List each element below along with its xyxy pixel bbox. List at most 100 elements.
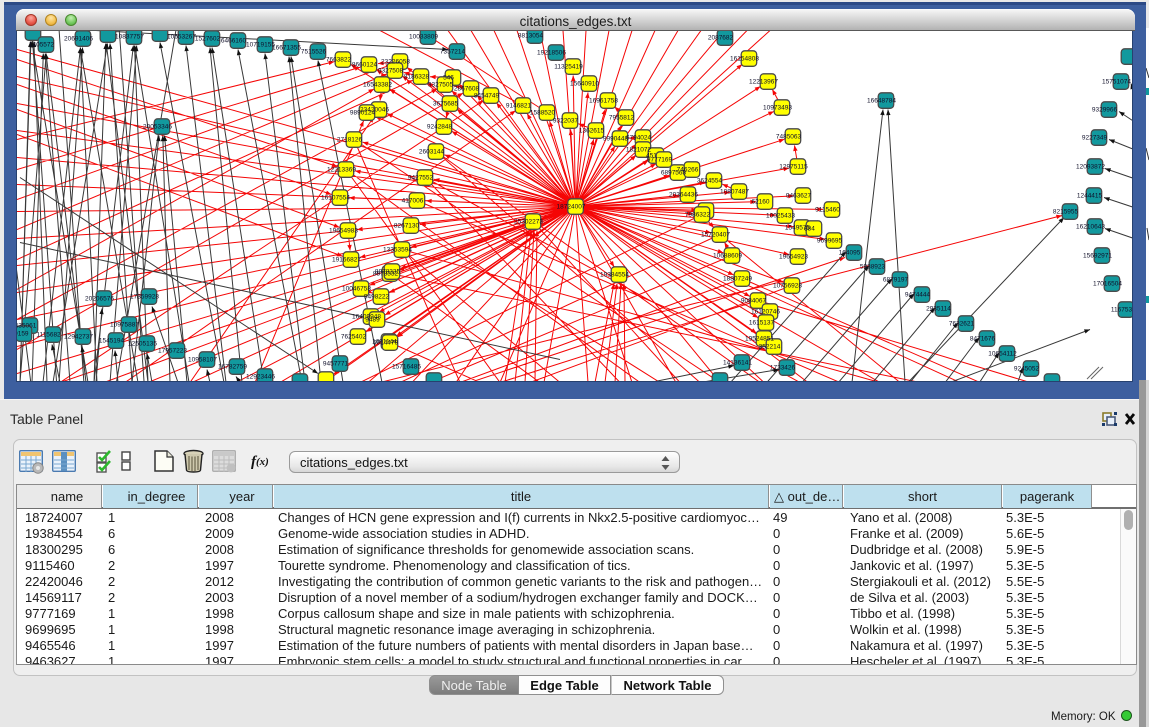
svg-text:19218506: 19218506 [537,50,566,57]
svg-text:6879197: 6879197 [883,277,909,284]
svg-text:3675685: 3675685 [433,101,459,108]
svg-text:6914479: 6914479 [373,340,399,347]
svg-text:8471676: 8471676 [970,336,996,343]
svg-text:6794024: 6794024 [626,135,652,142]
svg-text:9463627: 9463627 [786,193,812,200]
svg-text:6466160: 6466160 [221,38,247,45]
svg-text:15692971: 15692971 [1083,253,1112,260]
svg-text:10973493: 10973493 [763,105,792,112]
svg-text:11325419: 11325419 [554,64,583,71]
svg-text:16107554: 16107554 [321,195,350,202]
svg-text:10719155: 10719155 [246,42,275,49]
svg-text:10756928: 10756928 [773,283,802,290]
svg-text:17016504: 17016504 [1093,281,1122,288]
svg-text:15751074: 15751074 [1102,79,1131,86]
svg-text:12505135: 12505135 [128,341,157,348]
svg-text:9990448: 9990448 [603,136,629,143]
svg-text:15720407: 15720407 [701,232,730,239]
svg-text:7632621: 7632621 [949,321,975,328]
svg-text:16961758: 16961758 [589,98,618,105]
svg-text:9474444: 9474444 [905,292,931,299]
svg-text:8186328: 8186328 [404,74,430,81]
svg-text:9245052: 9245052 [1014,366,1040,373]
svg-text:8267130: 8267130 [394,223,420,230]
svg-text:252214: 252214 [759,344,781,351]
svg-text:10653267: 10653267 [167,34,196,41]
svg-text:8215955: 8215955 [1053,209,1079,216]
svg-text:17957223: 17957223 [158,348,187,355]
svg-text:7663822: 7663822 [326,57,352,64]
svg-text:12213967: 12213967 [749,79,778,86]
svg-text:1615137: 1615137 [749,320,775,327]
svg-text:884: 884 [804,226,815,233]
svg-text:417006: 417006 [402,198,424,205]
svg-text:1545194: 1545194 [99,338,125,345]
svg-text:12923446: 12923446 [246,374,275,381]
svg-text:17359928: 17359928 [130,294,159,301]
svg-text:12213369: 12213369 [327,167,356,174]
svg-text:2935114: 2935114 [926,306,951,313]
svg-text:2867608: 2867608 [454,86,480,93]
svg-text:9084067: 9084067 [741,298,767,305]
svg-text:9227349: 9227349 [1082,135,1108,142]
svg-text:2087682: 2087682 [708,35,734,42]
svg-text:2718126: 2718126 [337,137,363,144]
svg-text:39159: 39159 [17,331,29,338]
svg-text:16210643: 16210643 [1076,224,1105,231]
svg-text:10975887: 10975887 [110,322,139,329]
svg-text:14136141: 14136141 [723,360,752,367]
svg-text:19654923: 19654923 [779,254,808,261]
svg-text:9699695: 9699695 [817,238,843,245]
svg-text:9427552: 9427552 [408,175,434,182]
svg-text:7357214: 7357214 [440,49,466,56]
svg-text:25302273: 25302273 [514,219,543,226]
svg-text:9329966: 9329966 [1092,107,1118,114]
svg-text:10807487: 10807487 [720,189,749,196]
svg-text:1244415: 1244415 [1077,193,1103,200]
svg-text:10654112: 10654112 [988,351,1017,358]
svg-text:164095: 164095 [839,250,861,257]
svg-text:(x): (x) [256,456,269,468]
svg-text:9890124: 9890124 [350,110,376,117]
svg-text:2603144: 2603144 [419,149,445,156]
svg-text:8813054: 8813054 [518,33,544,40]
svg-text:12942737: 12942737 [64,334,93,341]
svg-text:10958107: 10958107 [188,357,217,364]
svg-text:9777169: 9777169 [647,157,673,164]
svg-text:23226058: 23226058 [381,59,410,66]
svg-text:7515526: 7515526 [301,49,327,56]
svg-text:1362615: 1362615 [579,128,605,135]
svg-text:18807249: 18807249 [723,276,752,283]
svg-text:9498222: 9498222 [364,294,390,301]
svg-text:9327505: 9327505 [428,82,454,89]
svg-text:15640910: 15640910 [570,81,599,88]
svg-text:7986322: 7986322 [685,212,711,219]
svg-text:9115460: 9115460 [815,207,840,214]
svg-text:19166827: 19166827 [332,257,361,264]
svg-text:1405572: 1405572 [29,42,55,49]
svg-text:1115682: 1115682 [36,332,61,339]
svg-text:9327508: 9327508 [378,68,404,75]
svg-text:9242848: 9242848 [427,124,453,131]
svg-text:1733426: 1733426 [770,365,796,372]
svg-text:8878335: 8878335 [375,269,401,276]
svg-text:7625402: 7625402 [341,334,367,341]
svg-text:3624554: 3624554 [697,178,723,185]
svg-text:1588520: 1588520 [530,110,556,117]
svg-text:13353594: 13353594 [383,247,412,254]
svg-text:19524851: 19524851 [745,336,774,343]
svg-text:16154808: 16154808 [730,56,759,63]
svg-text:10688609: 10688609 [713,253,742,260]
svg-text:12975115: 12975115 [779,164,808,171]
svg-text:20206576: 20206576 [85,296,114,303]
svg-text:9457771: 9457771 [323,361,349,368]
svg-text:16120746: 16120746 [751,309,780,316]
svg-text:16648784: 16648784 [867,98,896,105]
svg-text:7485063: 7485063 [776,134,802,141]
svg-text:7955812: 7955812 [609,115,635,122]
svg-text:10033809: 10033809 [409,34,438,41]
svg-text:10837757: 10837757 [115,34,144,41]
svg-text:9489: 9489 [365,317,380,324]
svg-text:8660124: 8660124 [352,62,378,69]
svg-text:9146821: 9146821 [506,103,532,110]
